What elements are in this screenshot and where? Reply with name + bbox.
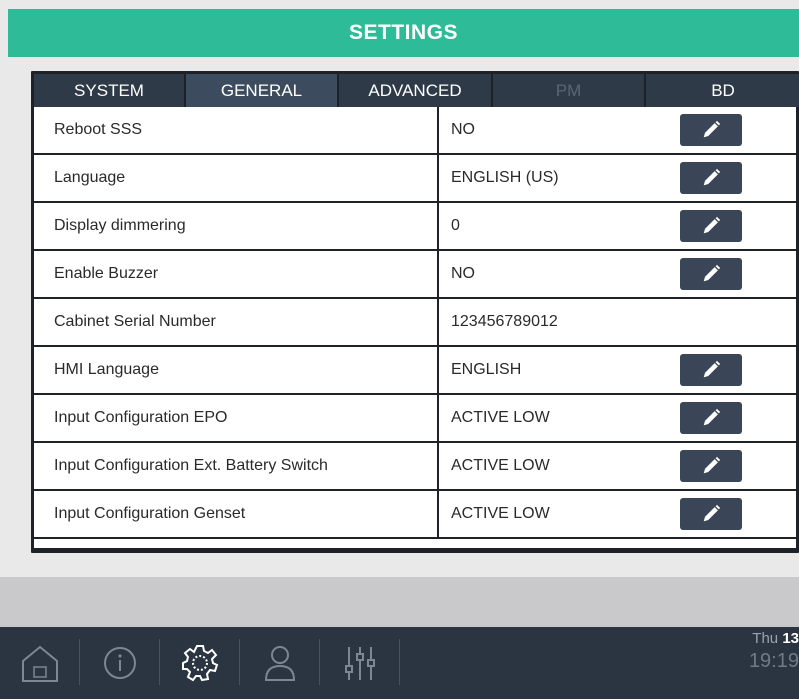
setting-value: ACTIVE LOW xyxy=(451,457,550,474)
pencil-icon xyxy=(703,168,721,186)
table-row: Input Configuration Genset ACTIVE LOW xyxy=(34,491,796,539)
setting-value: ACTIVE LOW xyxy=(451,409,550,426)
nav-home-button[interactable] xyxy=(0,627,80,699)
clock-date: 13 xyxy=(782,630,799,647)
nav-settings-button[interactable] xyxy=(160,627,240,699)
setting-label: Language xyxy=(34,155,439,201)
tab-general[interactable]: GENERAL xyxy=(186,74,337,107)
setting-label: Reboot SSS xyxy=(34,107,439,153)
user-icon xyxy=(264,646,296,681)
setting-label: Display dimmering xyxy=(34,203,439,249)
setting-value: 123456789012 xyxy=(451,313,558,330)
nav-user-button[interactable] xyxy=(240,627,320,699)
tab-pm[interactable]: PM xyxy=(493,74,644,107)
table-row: Reboot SSS NO xyxy=(34,107,796,155)
edit-button[interactable] xyxy=(680,114,742,146)
table-row: Language ENGLISH (US) xyxy=(34,155,796,203)
setting-label: Cabinet Serial Number xyxy=(34,299,439,345)
settings-panel: SYSTEM GENERAL ADVANCED PM BD Reboot SSS… xyxy=(31,71,799,553)
clock-day: Thu xyxy=(752,630,779,647)
page-title: SETTINGS xyxy=(8,9,799,57)
setting-label: HMI Language xyxy=(34,347,439,393)
table-row: Input Configuration EPO ACTIVE LOW xyxy=(34,395,796,443)
gear-icon xyxy=(182,645,219,682)
date-time: Thu 13 19:19 xyxy=(719,630,799,673)
bottom-nav xyxy=(0,627,799,699)
pencil-icon xyxy=(703,216,721,234)
clock-time: 19:19 xyxy=(748,650,799,672)
setting-value: ENGLISH (US) xyxy=(451,169,559,186)
edit-button[interactable] xyxy=(680,258,742,290)
nav-tools-button[interactable] xyxy=(320,627,400,699)
setting-label: Input Configuration EPO xyxy=(34,395,439,441)
tab-bar: SYSTEM GENERAL ADVANCED PM BD xyxy=(34,74,799,107)
empty-edit-cell xyxy=(669,299,796,345)
setting-label: Enable Buzzer xyxy=(34,251,439,297)
edit-button[interactable] xyxy=(680,450,742,482)
setting-value: NO xyxy=(451,121,475,138)
sliders-icon xyxy=(345,647,375,680)
info-icon xyxy=(104,647,136,679)
table-row: Display dimmering 0 xyxy=(34,203,796,251)
pencil-icon xyxy=(703,120,721,138)
setting-value: 0 xyxy=(451,217,460,234)
edit-button[interactable] xyxy=(680,498,742,530)
tab-bd[interactable]: BD xyxy=(646,74,799,107)
edit-button[interactable] xyxy=(680,354,742,386)
pencil-icon xyxy=(703,264,721,282)
setting-value: ACTIVE LOW xyxy=(451,505,550,522)
pencil-icon xyxy=(703,504,721,522)
setting-label: Input Configuration Ext. Battery Switch xyxy=(34,443,439,489)
table-row: Enable Buzzer NO xyxy=(34,251,796,299)
status-strip xyxy=(0,577,799,627)
setting-value: ENGLISH xyxy=(451,361,522,378)
nav-info-button[interactable] xyxy=(80,627,160,699)
table-row: Cabinet Serial Number 123456789012 xyxy=(34,299,796,347)
pencil-icon xyxy=(703,408,721,426)
table-row: Input Configuration Ext. Battery Switch … xyxy=(34,443,796,491)
setting-label: Input Configuration Genset xyxy=(34,491,439,537)
edit-button[interactable] xyxy=(680,402,742,434)
pencil-icon xyxy=(703,360,721,378)
table-row: HMI Language ENGLISH xyxy=(34,347,796,395)
home-icon xyxy=(22,645,58,682)
edit-button[interactable] xyxy=(680,162,742,194)
pencil-icon xyxy=(703,456,721,474)
settings-table: Reboot SSS NO Language ENGLISH (US) Disp… xyxy=(34,107,796,548)
tab-advanced[interactable]: ADVANCED xyxy=(339,74,491,107)
setting-value: NO xyxy=(451,265,475,282)
edit-button[interactable] xyxy=(680,210,742,242)
tab-system[interactable]: SYSTEM xyxy=(34,74,184,107)
